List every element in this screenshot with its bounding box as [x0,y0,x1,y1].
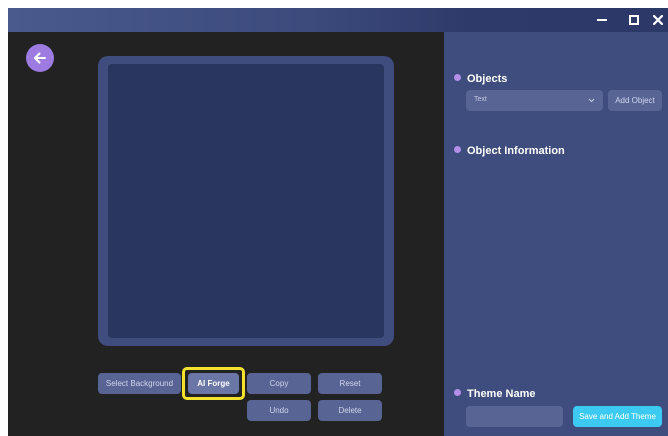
theme-name-input[interactable] [466,406,563,427]
design-canvas[interactable] [108,64,384,338]
select-background-button[interactable]: Select Background [98,373,181,394]
back-button[interactable] [26,44,54,72]
close-icon [652,14,664,26]
save-and-add-theme-button[interactable]: Save and Add Theme [573,406,662,427]
app-window: Select Background AI Forge Copy Reset Un… [8,8,668,436]
objects-heading-label: Objects [467,73,508,85]
objects-dropdown-value: Text [474,96,487,103]
bullet-dot-icon [454,389,461,396]
canvas-frame [98,56,394,346]
theme-name-heading: Theme Name [454,388,535,400]
bullet-dot-icon [454,74,461,81]
add-object-button[interactable]: Add Object [608,90,662,111]
minimize-button[interactable] [588,8,618,32]
object-information-heading: Object Information [454,145,565,157]
objects-dropdown[interactable]: Text [466,90,603,111]
reset-button[interactable]: Reset [318,373,382,394]
bullet-dot-icon [454,146,461,153]
theme-name-label: Theme Name [467,388,536,400]
ai-forge-highlight: AI Forge [182,367,245,400]
minimize-icon [597,19,607,21]
maximize-icon [629,15,639,25]
undo-button[interactable]: Undo [247,400,311,421]
ai-forge-button[interactable]: AI Forge [188,373,239,394]
copy-button[interactable]: Copy [247,373,311,394]
chevron-down-icon [588,98,595,103]
properties-panel: Objects Text Add Object Object Informati… [444,32,668,436]
close-button[interactable] [646,8,668,32]
arrow-left-icon [34,52,46,64]
editor-area: Select Background AI Forge Copy Reset Un… [8,32,444,436]
object-information-label: Object Information [467,145,565,157]
title-bar[interactable] [8,8,668,32]
objects-heading: Objects [454,73,507,85]
delete-button[interactable]: Delete [318,400,382,421]
